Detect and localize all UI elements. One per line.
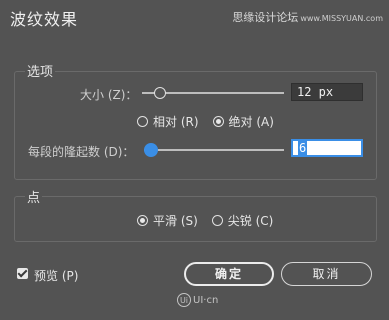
uicn-badge-icon: Ui — [177, 293, 191, 307]
ridges-label: 每段的隆起数 (D)： — [28, 145, 135, 159]
uicn-logo-text: UI·cn — [193, 294, 219, 306]
sharp-radio[interactable] — [211, 215, 223, 226]
cancel-button[interactable]: 取消 — [281, 262, 372, 286]
uicn-logo: Ui UI·cn — [177, 293, 218, 307]
zigzag-dialog: 波纹效果 思缘设计论坛 www.MISSYUAN.com 选项 大小 (Z)： 1… — [0, 0, 389, 320]
point-radio-group: 平滑 (S) 尖锐 (C) — [137, 212, 287, 229]
options-group-label: 选项 — [25, 61, 56, 80]
absolute-radio-label[interactable]: 绝对 (A) — [229, 113, 274, 130]
relative-radio-label[interactable]: 相对 (R) — [153, 113, 199, 130]
ok-button[interactable]: 确定 — [184, 262, 274, 286]
watermark-url: www.MISSYUAN.com — [300, 14, 383, 23]
preview-label[interactable]: 预览 (P) — [34, 267, 78, 284]
point-group-label: 点 — [25, 187, 43, 206]
ridges-field[interactable]: 6 — [291, 139, 363, 157]
size-label: 大小 (Z)： — [80, 88, 138, 102]
preview-checkbox[interactable] — [17, 268, 28, 279]
watermark-main: 思缘设计论坛 — [232, 11, 299, 24]
watermark: 思缘设计论坛 www.MISSYUAN.com — [232, 9, 383, 25]
sharp-radio-label[interactable]: 尖锐 (C) — [228, 212, 274, 229]
relative-radio[interactable] — [137, 116, 148, 127]
smooth-radio[interactable] — [137, 215, 148, 226]
size-slider[interactable] — [142, 87, 284, 99]
ridges-slider-track[interactable] — [144, 149, 284, 151]
ridges-slider-knob[interactable] — [144, 143, 158, 157]
mode-radio-group: 相对 (R) 绝对 (A) — [137, 113, 288, 130]
ridges-slider[interactable] — [144, 143, 284, 157]
smooth-radio-label[interactable]: 平滑 (S) — [153, 212, 198, 229]
absolute-radio[interactable] — [212, 116, 224, 127]
dialog-title: 波纹效果 — [10, 10, 79, 29]
size-slider-knob[interactable] — [154, 87, 166, 99]
size-field[interactable]: 12 px — [291, 83, 363, 101]
ridges-field-selection: 6 — [298, 141, 308, 155]
